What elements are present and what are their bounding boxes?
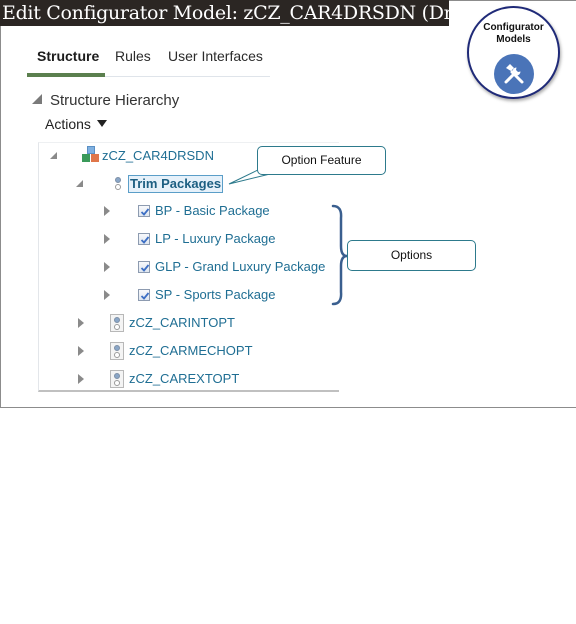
model-icon xyxy=(82,146,100,164)
referenced-model-icon xyxy=(110,342,124,360)
badge-label-line1: Configurator xyxy=(483,22,544,33)
option-checkbox[interactable] xyxy=(138,261,150,273)
actions-menu-button[interactable]: Actions xyxy=(45,116,107,132)
option-checkbox[interactable] xyxy=(138,289,150,301)
callout-options: Options xyxy=(347,240,476,271)
collapsed-triangle-icon[interactable] xyxy=(78,346,84,356)
collapsed-triangle-icon[interactable] xyxy=(104,290,110,300)
tab-structure[interactable]: Structure xyxy=(37,48,99,64)
tree-node-label[interactable]: zCZ_CARMECHOPT xyxy=(129,343,253,359)
badge-label-line2: Models xyxy=(496,34,531,45)
caret-down-icon xyxy=(96,120,107,127)
collapsed-triangle-icon[interactable] xyxy=(78,318,84,328)
expanded-triangle-icon[interactable] xyxy=(76,180,83,187)
tree-node-label-selected[interactable]: Trim Packages xyxy=(128,175,224,193)
badge-label: Configurator Models xyxy=(469,22,558,46)
collapse-triangle-icon[interactable] xyxy=(32,94,42,104)
section-title: Structure Hierarchy xyxy=(50,92,180,109)
option-checkbox[interactable] xyxy=(138,205,150,217)
expanded-triangle-icon[interactable] xyxy=(50,152,57,159)
tree-node-label[interactable]: LP - Luxury Package xyxy=(155,231,275,247)
collapsed-triangle-icon[interactable] xyxy=(104,262,110,272)
tab-rules[interactable]: Rules xyxy=(115,48,151,64)
collapsed-triangle-icon[interactable] xyxy=(78,374,84,384)
collapsed-triangle-icon[interactable] xyxy=(104,234,110,244)
option-checkbox[interactable] xyxy=(138,233,150,245)
page-title: Edit Configurator Model: zCZ_CAR4DRSDN (… xyxy=(0,0,449,26)
referenced-model-icon xyxy=(110,370,124,388)
option-feature-icon xyxy=(112,175,126,193)
tree-node-label[interactable]: zCZ_CAREXTOPT xyxy=(129,371,239,387)
referenced-model-icon xyxy=(110,314,124,332)
configurator-models-badge: Configurator Models xyxy=(467,6,560,99)
tab-user-interfaces[interactable]: User Interfaces xyxy=(168,48,263,64)
tree-node-label[interactable]: BP - Basic Package xyxy=(155,203,270,219)
tab-bar: Structure Rules User Interfaces xyxy=(27,44,270,77)
collapsed-triangle-icon[interactable] xyxy=(104,206,110,216)
tools-icon xyxy=(494,54,534,94)
callout-option-feature: Option Feature xyxy=(257,146,386,175)
tree-node-label[interactable]: GLP - Grand Luxury Package xyxy=(155,259,325,275)
actions-label: Actions xyxy=(45,116,91,132)
active-tab-indicator xyxy=(27,73,105,77)
tree-node-label[interactable]: zCZ_CAR4DRSDN xyxy=(102,148,214,164)
tree-node-label[interactable]: SP - Sports Package xyxy=(155,287,275,303)
structure-hierarchy-header[interactable]: Structure Hierarchy xyxy=(32,92,179,109)
tree-node-label[interactable]: zCZ_CARINTOPT xyxy=(129,315,235,331)
